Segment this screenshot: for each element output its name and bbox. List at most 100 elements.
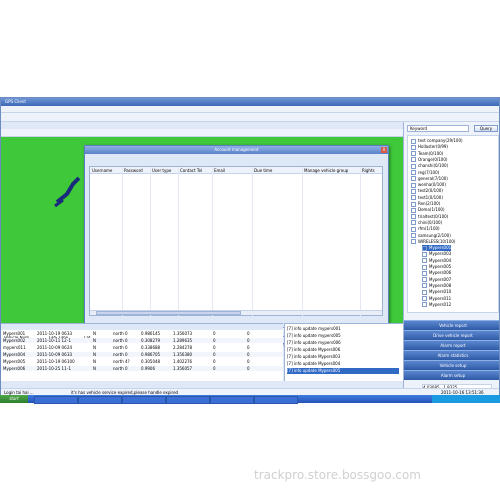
- column-header[interactable]: Password: [122, 167, 143, 174]
- checkbox-icon[interactable]: [411, 207, 416, 213]
- tree-node[interactable]: samsung(2/100): [411, 233, 451, 239]
- tree-node[interactable]: Mypers012: [422, 302, 451, 308]
- info-log-panel[interactable]: [7] info update mypers001 [7] info update…: [284, 323, 403, 381]
- search-input[interactable]: Keyword: [407, 125, 469, 132]
- log-entry[interactable]: [7] info update Mypers003: [287, 354, 340, 360]
- tree-node[interactable]: test company(29/100): [411, 138, 463, 144]
- checkbox-icon[interactable]: [411, 163, 416, 169]
- checkbox-icon[interactable]: [411, 170, 416, 175]
- report-button[interactable]: Alarm report: [404, 340, 499, 350]
- log-entry[interactable]: [7] info update mypers005: [287, 333, 341, 339]
- column-header[interactable]: Email: [212, 167, 225, 174]
- tree-node[interactable]: Mypers007: [422, 277, 451, 283]
- report-button[interactable]: Vehicle setup: [404, 360, 499, 370]
- tree-node[interactable]: Mypers005: [422, 264, 451, 270]
- checkbox-icon[interactable]: [422, 258, 427, 264]
- vehicle-status-grid[interactable]: Vehicle NumGPS TimeLat Mypers001 2011-10-…: [1, 323, 283, 381]
- checkbox-icon[interactable]: [422, 283, 427, 289]
- table-row[interactable]: mypers011 2011-10-09 06 24 Nnorth 0 0.338688…: [1, 345, 283, 350]
- tree-node[interactable]: Mypers004: [422, 258, 451, 264]
- tree-node[interactable]: Mypers003: [422, 251, 451, 257]
- checkbox-icon[interactable]: [411, 151, 416, 157]
- taskbar-item[interactable]: [254, 396, 298, 404]
- taskbar-item[interactable]: [78, 396, 122, 404]
- tree-node[interactable]: reg(7/100): [411, 170, 439, 176]
- column-header[interactable]: Manage vehicle group: [302, 167, 348, 174]
- tree-node[interactable]: Team(0/100): [411, 151, 443, 157]
- tree-node[interactable]: test2(0/100): [411, 188, 443, 194]
- tree-node[interactable]: chini(0/100): [411, 220, 442, 226]
- report-button[interactable]: Alarm statistics: [404, 350, 499, 360]
- taskbar-item[interactable]: [122, 396, 166, 404]
- checkbox-icon[interactable]: [411, 188, 416, 194]
- checkbox-icon[interactable]: [422, 245, 427, 251]
- checkbox-icon[interactable]: [411, 182, 416, 188]
- tree-node[interactable]: Mypers008: [422, 283, 451, 289]
- checkbox-icon[interactable]: [411, 144, 416, 150]
- tree-node[interactable]: Mypers006: [422, 270, 451, 276]
- checkbox-icon[interactable]: [411, 239, 416, 245]
- checkbox-icon[interactable]: [422, 289, 427, 295]
- tree-node[interactable]: rfm(1/100): [411, 226, 440, 232]
- table-row[interactable]: Mypers004 2011-10-09 06 33 Nnorth 0 0.986705…: [1, 352, 283, 357]
- tree-node[interactable]: Mypers001: [422, 245, 452, 252]
- column-header[interactable]: Due time: [252, 167, 272, 174]
- account-table[interactable]: Username Password User type Contact Tel …: [89, 166, 383, 317]
- checkbox-icon[interactable]: [411, 214, 416, 220]
- column-header[interactable]: Contact Tel: [178, 167, 202, 174]
- tree-node[interactable]: chanshi(0/100): [411, 163, 448, 169]
- tree-node[interactable]: Hollaster(0/99): [411, 144, 448, 150]
- report-button[interactable]: Drive vehicle report: [404, 330, 499, 340]
- checkbox-icon[interactable]: [411, 226, 416, 232]
- report-button[interactable]: Vehicle report: [404, 320, 499, 330]
- tree-node[interactable]: Orange(0/100): [411, 157, 447, 163]
- checkbox-icon[interactable]: [411, 195, 416, 201]
- log-entry[interactable]: [7] info update Mypers006: [287, 347, 340, 353]
- vehicle-tree[interactable]: test company(29/100) Hollaster(0/99) Team(…: [407, 135, 499, 313]
- table-row[interactable]: Mypers001 2011-10-19 06 33 Nnorth 0 0.986145…: [1, 331, 283, 336]
- taskbar-item[interactable]: [166, 396, 210, 404]
- tree-node[interactable]: Mypers010: [422, 289, 451, 295]
- table-row[interactable]: Mypers005 2011-10-19 06 100 Nnorth 4? 0.3050…: [1, 359, 283, 364]
- log-entry[interactable]: [7] info update mypers006: [287, 340, 341, 346]
- tree-node[interactable]: test1(0/100): [411, 195, 443, 201]
- checkbox-icon[interactable]: [422, 302, 427, 308]
- tree-node[interactable]: Ren(2/100): [411, 201, 440, 207]
- table-row[interactable]: Mypers006 2011-10-25 11 -1 Nnorth 0 0.9906 1.…: [1, 366, 283, 371]
- checkbox-icon[interactable]: [411, 138, 416, 144]
- query-button[interactable]: Query: [474, 125, 498, 132]
- dialog-title: Account management: [85, 146, 388, 154]
- checkbox-icon[interactable]: [422, 296, 427, 301]
- checkbox-icon[interactable]: [422, 251, 427, 257]
- table-cell: 24: [67, 345, 73, 350]
- report-button[interactable]: Alarm setup: [404, 370, 499, 380]
- checkbox-icon[interactable]: [411, 176, 416, 182]
- tree-node[interactable]: Mypers011: [422, 296, 451, 302]
- tree-node[interactable]: general(7/100): [411, 176, 448, 182]
- checkbox-icon[interactable]: [411, 157, 416, 163]
- checkbox-icon[interactable]: [422, 264, 427, 270]
- close-icon[interactable]: X: [381, 147, 387, 153]
- checkbox-icon[interactable]: [411, 233, 416, 238]
- column-header[interactable]: User type: [150, 167, 171, 174]
- tree-node[interactable]: Demo(1/100): [411, 207, 445, 213]
- log-entry[interactable]: [7] info update mypers001: [287, 326, 341, 332]
- log-entry[interactable]: [7] info update Mypers005: [287, 368, 399, 374]
- checkbox-icon[interactable]: [422, 277, 427, 283]
- column-header[interactable]: Rights: [360, 167, 375, 174]
- scrollbar-thumb[interactable]: [96, 311, 241, 315]
- tree-node[interactable]: wenha(0/100): [411, 182, 446, 188]
- checkbox-icon[interactable]: [411, 220, 416, 226]
- taskbar-item[interactable]: [210, 396, 254, 404]
- column-header[interactable]: Username: [90, 167, 112, 174]
- horizontal-scrollbar[interactable]: [90, 310, 382, 315]
- taskbar-item[interactable]: [34, 396, 78, 404]
- start-button[interactable]: start: [0, 395, 28, 403]
- table-cell: 0: [247, 331, 250, 336]
- checkbox-icon[interactable]: [411, 201, 416, 207]
- tree-node[interactable]: WIRELESS(10/100): [411, 239, 455, 245]
- log-entry[interactable]: [7] info update Mypers004: [287, 361, 340, 367]
- checkbox-icon[interactable]: [422, 270, 427, 276]
- table-row[interactable]: Mypers002 2011-10-11 12 -1 Nnorth 0 0.308279…: [1, 338, 283, 343]
- tree-node[interactable]: trialtest(0/100): [411, 214, 448, 220]
